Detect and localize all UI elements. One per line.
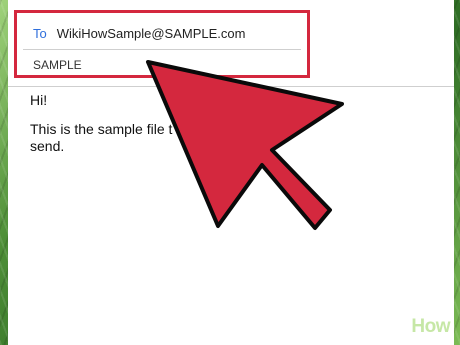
watermark-how: How xyxy=(411,316,450,337)
to-field-row[interactable]: To WikiHowSample@SAMPLE.com xyxy=(17,17,307,49)
body-divider xyxy=(8,86,454,87)
to-address[interactable]: WikiHowSample@SAMPLE.com xyxy=(57,26,246,41)
body-line-2: send. xyxy=(30,138,65,154)
subject-value[interactable]: SAMPLE xyxy=(33,58,82,72)
greeting-text: Hi! xyxy=(30,92,48,108)
wikihow-watermark: wikiHow xyxy=(377,316,450,338)
subject-field-row[interactable]: SAMPLE xyxy=(17,49,307,81)
watermark-wiki: wiki xyxy=(377,316,412,337)
email-compose-window: To WikiHowSample@SAMPLE.com SAMPLE Hi! T… xyxy=(8,0,454,345)
to-label: To xyxy=(33,25,47,41)
message-body[interactable]: Hi! This is the sample file t send. xyxy=(30,92,290,155)
recipient-subject-highlight: To WikiHowSample@SAMPLE.com SAMPLE xyxy=(14,10,310,78)
body-line-1: This is the sample file t xyxy=(30,121,173,137)
